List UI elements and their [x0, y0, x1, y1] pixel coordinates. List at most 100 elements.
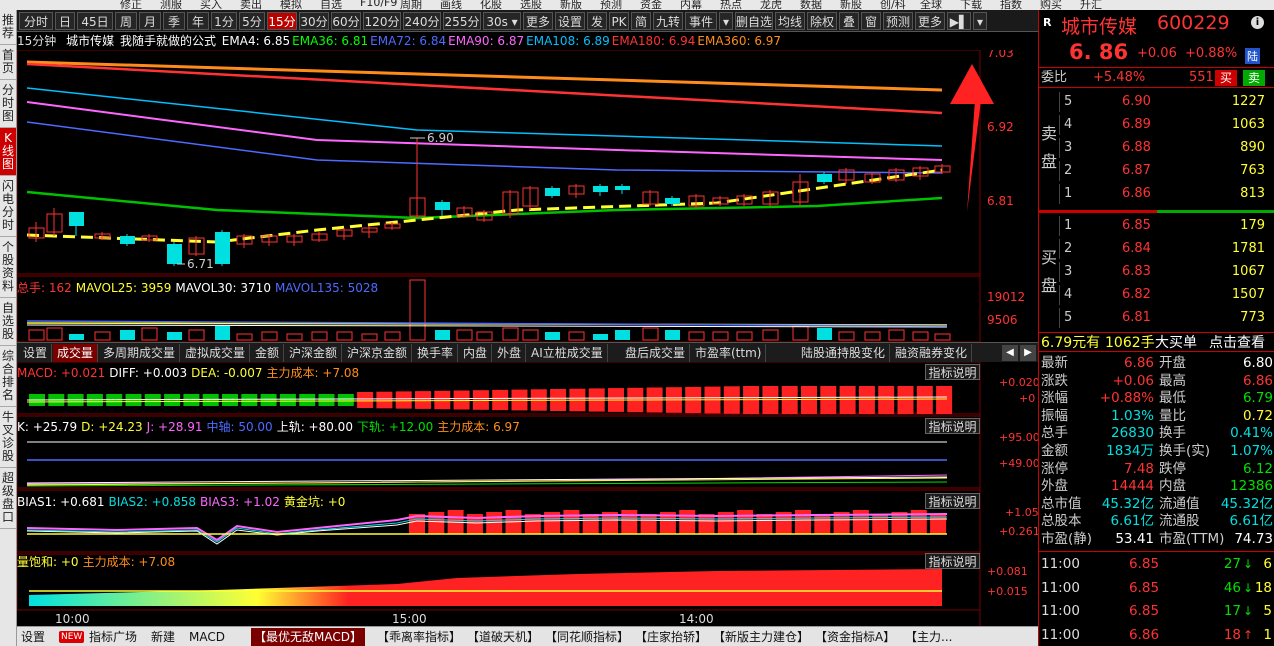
- bottom-formula-tab[interactable]: 【庄家抬轿】: [635, 628, 707, 646]
- indicator-tab[interactable]: 内盘: [459, 344, 493, 362]
- ask-row[interactable]: 2 6.87 763: [1059, 161, 1274, 181]
- bottom-formula-tab[interactable]: 设置: [21, 628, 45, 646]
- top-menu-item[interactable]: 购买: [1040, 0, 1062, 10]
- bottom-formula-tab[interactable]: 新建: [151, 628, 175, 646]
- period-button[interactable]: 更多: [915, 12, 945, 30]
- period-button[interactable]: 九转: [653, 12, 683, 30]
- period-button[interactable]: 60分: [331, 12, 361, 30]
- info-icon[interactable]: i: [1251, 16, 1264, 29]
- bottom-formula-tab[interactable]: 【最优无敌MACD】: [251, 628, 365, 646]
- big-order-row[interactable]: 6.79元有 1062手 大买单 点击查看: [1039, 332, 1274, 352]
- top-menu-item[interactable]: 升汇: [1080, 0, 1102, 10]
- top-menu-item[interactable]: 热点: [720, 0, 742, 10]
- bid-row[interactable]: 3 6.83 1067: [1059, 262, 1274, 282]
- indicator-tab[interactable]: 沪深金额: [285, 344, 343, 362]
- left-nav-item[interactable]: 分时图: [0, 80, 16, 128]
- left-nav-item[interactable]: 闪电分时: [0, 176, 16, 237]
- period-button[interactable]: ▾: [719, 12, 733, 30]
- period-button[interactable]: 发: [587, 12, 607, 30]
- bid-row[interactable]: 4 6.82 1507: [1059, 285, 1274, 305]
- top-menu-item[interactable]: 自选: [320, 0, 342, 10]
- period-button[interactable]: ▾: [973, 12, 987, 30]
- period-button[interactable]: 均线: [775, 12, 805, 30]
- indicator-tab[interactable]: 虚拟成交量: [181, 344, 251, 362]
- period-button[interactable]: PK: [609, 12, 629, 30]
- period-button[interactable]: 周: [115, 12, 137, 30]
- period-button[interactable]: 30s ▾: [483, 12, 521, 30]
- top-menu-item[interactable]: 创/科: [880, 0, 906, 10]
- bottom-formula-tab[interactable]: 【乖离率指标】: [377, 628, 461, 646]
- period-button[interactable]: 预测: [883, 12, 913, 30]
- top-menu-item[interactable]: 修正: [120, 0, 142, 10]
- left-nav-item[interactable]: 自选股: [0, 298, 16, 346]
- top-menu-item[interactable]: 周期: [400, 0, 422, 10]
- period-button[interactable]: 窗: [861, 12, 881, 30]
- top-menu-item[interactable]: 下载: [960, 0, 982, 10]
- indicator-tab[interactable]: 沪深京金额: [343, 344, 413, 362]
- scroll-right-button[interactable]: ▶: [1020, 345, 1036, 361]
- top-menu-item[interactable]: 模拟: [280, 0, 302, 10]
- left-nav-item[interactable]: 牛叉诊股: [0, 407, 16, 468]
- top-menu-item[interactable]: 选股: [520, 0, 542, 10]
- sell-button[interactable]: 卖: [1243, 70, 1266, 86]
- indicator-tab[interactable]: 陆股通持股变化: [797, 344, 891, 362]
- period-button[interactable]: 240分: [403, 12, 441, 30]
- top-menu-item[interactable]: 新版: [560, 0, 582, 10]
- indicator-tab[interactable]: 成交量: [53, 344, 99, 362]
- left-nav-item[interactable]: 综合排名: [0, 346, 16, 407]
- big-order-link[interactable]: 点击查看: [1209, 333, 1265, 353]
- period-button[interactable]: 删自选: [735, 12, 773, 30]
- period-button[interactable]: 日: [55, 12, 75, 30]
- indicator-tab[interactable]: AI立桩成交量: [527, 344, 608, 362]
- indicator-explain-button[interactable]: 指标说明: [925, 553, 980, 569]
- buy-button[interactable]: 买: [1215, 70, 1238, 86]
- indicator-tab[interactable]: 设置: [19, 344, 53, 362]
- period-button[interactable]: 15分: [267, 12, 297, 30]
- period-button[interactable]: 叠: [839, 12, 859, 30]
- top-menu-item[interactable]: 指数: [1000, 0, 1022, 10]
- top-menu-item[interactable]: 全球: [920, 0, 942, 10]
- bid-row[interactable]: 1 6.85 179: [1059, 216, 1274, 236]
- top-menu-item[interactable]: 预测: [600, 0, 622, 10]
- period-button[interactable]: 年: [187, 12, 209, 30]
- ask-row[interactable]: 4 6.89 1063: [1059, 115, 1274, 135]
- period-button[interactable]: 除权: [807, 12, 837, 30]
- indicator-tab[interactable]: 金额: [251, 344, 285, 362]
- indicator-tab[interactable]: 多周期成交量: [99, 344, 181, 362]
- top-menu-item[interactable]: 新股: [840, 0, 862, 10]
- period-button[interactable]: 分时: [19, 12, 53, 30]
- period-button[interactable]: 1分: [211, 12, 237, 30]
- ask-row[interactable]: 1 6.86 813: [1059, 184, 1274, 204]
- indicator-tab[interactable]: 盘后成交量: [621, 344, 691, 362]
- top-menu-item[interactable]: 化股: [480, 0, 502, 10]
- top-menu-item[interactable]: 资金: [640, 0, 662, 10]
- period-button[interactable]: 月: [139, 12, 161, 30]
- bottom-formula-tab[interactable]: 【资金指标A】: [815, 628, 895, 646]
- chart-area[interactable]: 7.03 6.92 6.81 6.90 6.71 19012 9506 +0.0…: [17, 50, 1038, 626]
- period-button[interactable]: 更多: [523, 12, 553, 30]
- indicator-tab[interactable]: 外盘: [493, 344, 527, 362]
- top-menu-item[interactable]: 买入: [200, 0, 222, 10]
- indicator-tab[interactable]: 市盈率(ttm): [691, 344, 767, 362]
- bottom-formula-tab[interactable]: 【新版主力建仓】: [713, 628, 809, 646]
- left-nav-item[interactable]: 个股资料: [0, 237, 16, 298]
- indicator-explain-button[interactable]: 指标说明: [925, 493, 980, 509]
- period-button[interactable]: 事件: [685, 12, 717, 30]
- period-button[interactable]: 30分: [299, 12, 329, 30]
- period-button[interactable]: 简: [631, 12, 651, 30]
- top-menu-item[interactable]: 卖出: [240, 0, 262, 10]
- top-menu-item[interactable]: 测服: [160, 0, 182, 10]
- left-nav-item[interactable]: K线图: [0, 128, 16, 176]
- period-button[interactable]: 设置: [555, 12, 585, 30]
- top-menu-item[interactable]: 数据: [800, 0, 822, 10]
- bottom-formula-tab[interactable]: MACD: [189, 628, 225, 646]
- bottom-formula-tab[interactable]: NEW: [59, 631, 85, 643]
- ask-row[interactable]: 3 6.88 890: [1059, 138, 1274, 158]
- indicator-tab[interactable]: 融资融券变化: [891, 344, 973, 362]
- top-menu-item[interactable]: F10/F9: [360, 0, 397, 9]
- left-nav-item[interactable]: 推荐: [0, 10, 16, 45]
- indicator-explain-button[interactable]: 指标说明: [925, 364, 980, 380]
- bottom-formula-tab[interactable]: 【主力...: [905, 628, 952, 646]
- period-button[interactable]: 季: [163, 12, 185, 30]
- period-button[interactable]: 5分: [239, 12, 265, 30]
